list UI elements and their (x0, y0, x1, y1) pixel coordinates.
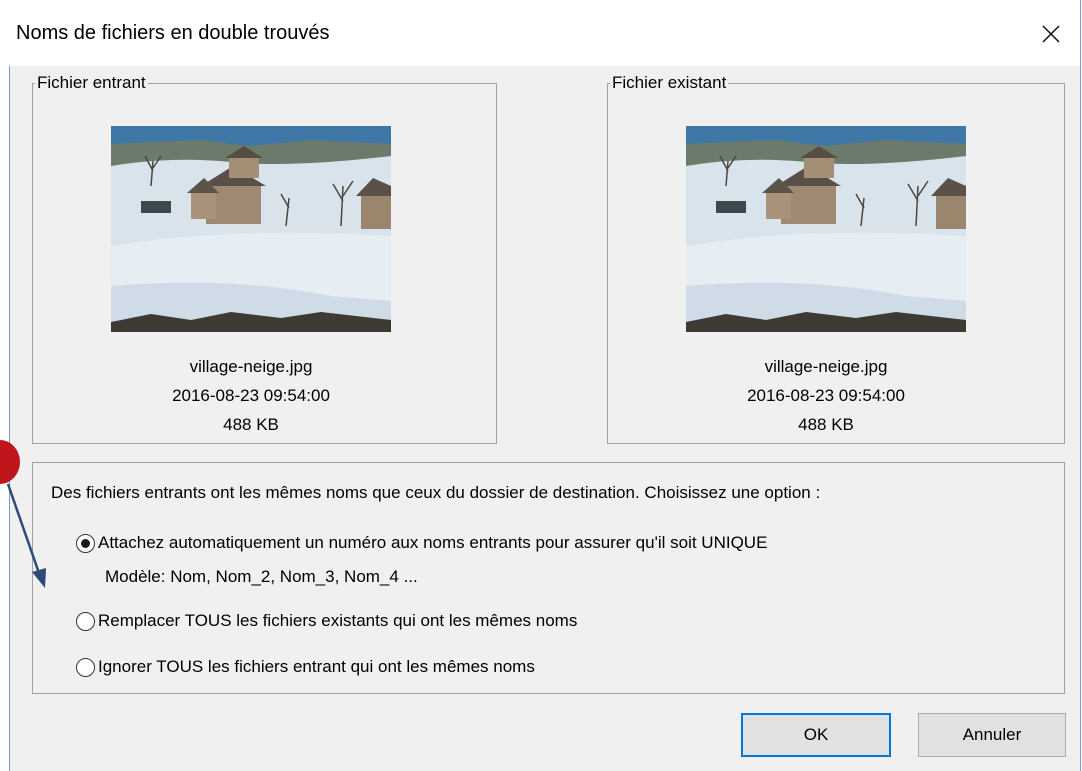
ok-button[interactable]: OK (741, 713, 891, 757)
window-border (9, 66, 10, 771)
option-ignore-all-label: Ignorer TOUS les fichiers entrant qui on… (98, 657, 535, 676)
snow-village-image (111, 126, 391, 332)
incoming-size: 488 KB (223, 415, 279, 434)
incoming-file-group: Fichier entrant village-neige.jpg 2016-0… (32, 72, 497, 444)
incoming-file-info: village-neige.jpg 2016-08-23 09:54:00 48… (111, 352, 391, 439)
arrow-icon (6, 483, 46, 588)
title-bar: Noms de fichiers en double trouvés (0, 0, 1080, 66)
dialog-title: Noms de fichiers en double trouvés (16, 22, 330, 44)
radio-replace-all[interactable] (76, 611, 95, 631)
cancel-button[interactable]: Annuler (918, 713, 1066, 757)
existing-size: 488 KB (798, 415, 854, 434)
radio-unique-number[interactable] (76, 533, 95, 553)
option-replace-all[interactable]: Remplacer TOUS les fichiers existants qu… (76, 611, 577, 631)
option-unique-number-label: Attachez automatiquement un numéro aux n… (98, 533, 768, 552)
existing-thumbnail (686, 126, 966, 332)
radio-ignore-all[interactable] (76, 657, 95, 677)
existing-file-group: Fichier existant village-neige.jpg 2016-… (607, 72, 1065, 444)
options-group: Des fichiers entrants ont les mêmes noms… (32, 462, 1065, 694)
duplicate-files-dialog: Noms de fichiers en double trouvés Fichi… (0, 0, 1081, 771)
option-ignore-all[interactable]: Ignorer TOUS les fichiers entrant qui on… (76, 657, 535, 677)
incoming-file-label: Fichier entrant (35, 72, 148, 94)
model-hint: Modèle: Nom, Nom_2, Nom_3, Nom_4 ... (105, 567, 418, 586)
window-edge (0, 66, 9, 771)
option-replace-all-label: Remplacer TOUS les fichiers existants qu… (98, 611, 578, 630)
existing-file-info: village-neige.jpg 2016-08-23 09:54:00 48… (686, 352, 966, 439)
incoming-filename: village-neige.jpg (189, 357, 313, 376)
snow-village-image (686, 126, 966, 332)
options-prompt: Des fichiers entrants ont les mêmes noms… (51, 483, 821, 502)
close-button[interactable] (1022, 8, 1080, 60)
existing-datetime: 2016-08-23 09:54:00 (747, 386, 905, 405)
existing-filename: village-neige.jpg (764, 357, 888, 376)
option-unique-number[interactable]: Attachez automatiquement un numéro aux n… (76, 533, 767, 553)
existing-file-label: Fichier existant (610, 72, 729, 94)
incoming-datetime: 2016-08-23 09:54:00 (172, 386, 330, 405)
close-icon (1042, 25, 1060, 43)
incoming-thumbnail (111, 126, 391, 332)
